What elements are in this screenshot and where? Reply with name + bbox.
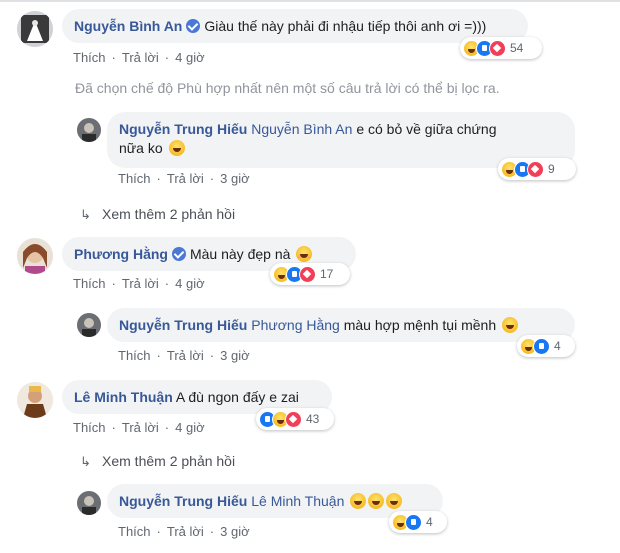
reply-text: e có bỏ về giữa chứng [356, 121, 497, 137]
comment-bubble: Nguyễn Bình An Giàu thế này phải đi nhậu … [62, 9, 528, 43]
verified-badge-icon [186, 19, 201, 33]
reaction-summary[interactable]: 4 [389, 511, 447, 533]
timestamp[interactable]: 3 giờ [220, 348, 250, 363]
like-link[interactable]: Thích [118, 524, 151, 539]
like-link[interactable]: Thích [73, 420, 106, 435]
reaction-summary[interactable]: 9 [498, 158, 576, 180]
comment-text: Màu này đẹp nà [189, 246, 291, 262]
reaction-count: 4 [426, 515, 433, 529]
comment-author[interactable]: Lê Minh Thuận [74, 389, 173, 405]
view-more-replies[interactable]: ↳ Xem thêm 2 phản hồi [80, 206, 235, 223]
like-link[interactable]: Thích [73, 276, 106, 291]
avatar[interactable] [17, 238, 53, 274]
reply-bubble: Nguyễn Trung Hiếu Phương Hằng màu hợp mệ… [107, 308, 575, 342]
reaction-count: 17 [320, 267, 334, 281]
reaction-count: 54 [510, 41, 524, 55]
comment-text: A đù ngon đấy e zai [175, 389, 299, 405]
like-link[interactable]: Thích [118, 348, 151, 363]
reply-author[interactable]: Nguyễn Trung Hiếu [119, 493, 247, 509]
comment-actions: Thích · Trả lời · 4 giờ [73, 276, 205, 291]
avatar[interactable] [77, 118, 101, 142]
reply-link[interactable]: Trả lời [167, 524, 204, 539]
grin-emoji-icon [368, 493, 385, 509]
reply-text: màu hợp mệnh tụi mềnh [343, 317, 497, 333]
reaction-summary[interactable]: 54 [460, 37, 542, 59]
comment-author[interactable]: Nguyễn Bình An [74, 18, 182, 34]
comment-text: Giàu thế này phải đi nhậu tiếp thôi anh … [204, 18, 487, 34]
reply-text-continued: nữa ko [119, 140, 163, 156]
mentioned-user[interactable]: Phương Hằng [251, 317, 340, 333]
filter-notice: Đã chọn chế độ Phù hợp nhất nên một số c… [75, 80, 500, 96]
avatar[interactable] [77, 491, 101, 515]
timestamp[interactable]: 3 giờ [220, 171, 250, 186]
reply-author[interactable]: Nguyễn Trung Hiếu [119, 121, 247, 137]
love-reaction-icon [285, 410, 302, 428]
avatar[interactable] [77, 313, 101, 337]
blush-emoji-icon [296, 246, 313, 262]
reaction-count: 9 [548, 162, 555, 176]
verified-badge-icon [171, 247, 186, 261]
reply-actions: Thích · Trả lời · 3 giờ [118, 524, 250, 539]
comment-author[interactable]: Phương Hằng [74, 246, 168, 262]
reaction-count: 4 [554, 339, 561, 353]
reaction-count: 43 [306, 412, 320, 426]
timestamp[interactable]: 4 giờ [175, 276, 205, 291]
reply-link[interactable]: Trả lời [122, 276, 159, 291]
reaction-summary[interactable]: 43 [256, 408, 334, 430]
avatar[interactable] [17, 382, 53, 418]
grin-emoji-icon [350, 493, 367, 509]
like-link[interactable]: Thích [118, 171, 151, 186]
love-reaction-icon [489, 39, 506, 57]
love-reaction-icon [299, 265, 316, 283]
timestamp[interactable]: 4 giờ [175, 50, 205, 65]
timestamp[interactable]: 4 giờ [175, 420, 205, 435]
reply-actions: Thích · Trả lời · 3 giờ [118, 171, 250, 186]
top-border [0, 0, 620, 2]
mentioned-user[interactable]: Lê Minh Thuận [251, 493, 344, 509]
reply-link[interactable]: Trả lời [167, 348, 204, 363]
love-reaction-icon [527, 160, 544, 178]
view-more-replies[interactable]: ↳ Xem thêm 2 phản hồi [80, 453, 235, 470]
reply-link[interactable]: Trả lời [167, 171, 204, 186]
grin-emoji-icon [386, 493, 403, 509]
like-reaction-icon [533, 337, 550, 355]
reply-arrow-icon: ↳ [80, 207, 91, 222]
like-reaction-icon [405, 513, 422, 531]
avatar[interactable] [17, 11, 53, 47]
reply-actions: Thích · Trả lời · 3 giờ [118, 348, 250, 363]
reply-arrow-icon: ↳ [80, 454, 91, 469]
reply-author[interactable]: Nguyễn Trung Hiếu [119, 317, 247, 333]
timestamp[interactable]: 3 giờ [220, 524, 250, 539]
comment-actions: Thích · Trả lời · 4 giờ [73, 420, 205, 435]
comment-actions: Thích · Trả lời · 4 giờ [73, 50, 205, 65]
reaction-summary[interactable]: 4 [517, 335, 575, 357]
mentioned-user[interactable]: Nguyễn Bình An [251, 121, 352, 137]
grin-emoji-icon [168, 140, 185, 156]
reaction-summary[interactable]: 17 [270, 263, 350, 285]
like-link[interactable]: Thích [73, 50, 106, 65]
grin-emoji-icon [502, 317, 518, 333]
reply-link[interactable]: Trả lời [122, 420, 159, 435]
reply-link[interactable]: Trả lời [122, 50, 159, 65]
